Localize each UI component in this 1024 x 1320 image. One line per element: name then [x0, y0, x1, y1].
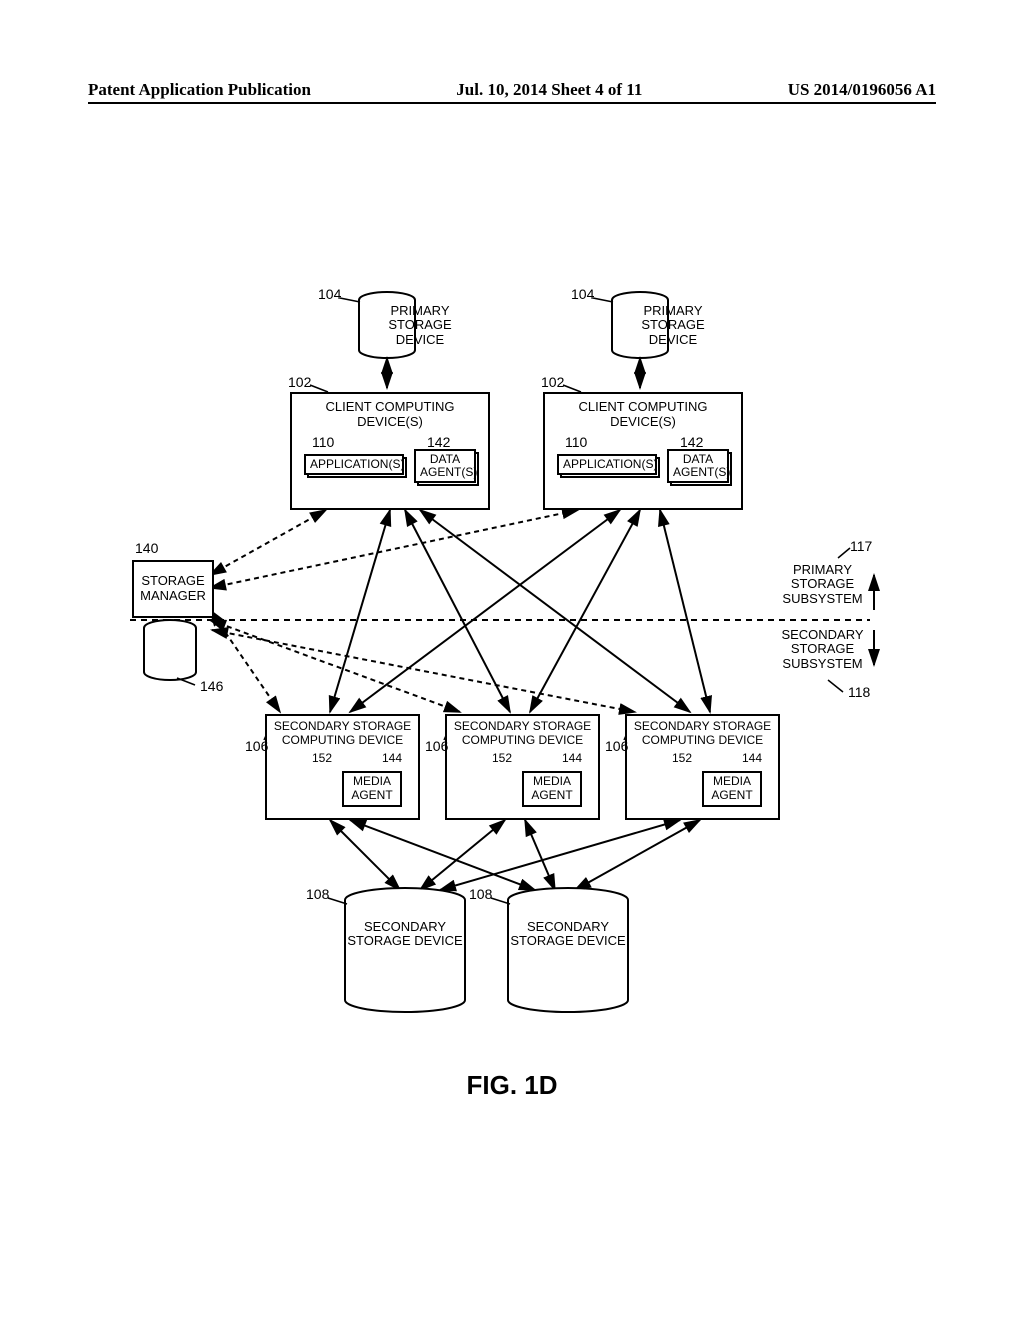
- header-right: US 2014/0196056 A1: [788, 80, 936, 100]
- client-computing-left: CLIENT COMPUTING DEVICE(S) 110 142 APPLI…: [290, 392, 490, 510]
- ref-106a: 106: [245, 738, 268, 754]
- secondary-subsystem-label: SECONDARY STORAGE SUBSYSTEM: [775, 628, 870, 671]
- ref-104b: 104: [571, 286, 594, 302]
- client-computing-left-title: CLIENT COMPUTING DEVICE(S): [292, 400, 488, 430]
- client-computing-right-title: CLIENT COMPUTING DEVICE(S): [545, 400, 741, 430]
- secondary-storage-device-2-label: SECONDARY STORAGE DEVICE: [508, 920, 628, 949]
- secondary-storage-computing-1: SECONDARY STORAGE COMPUTING DEVICE 152 1…: [265, 714, 420, 820]
- ref-117: 117: [850, 538, 872, 554]
- applications-right: APPLICATION(S): [557, 454, 657, 475]
- header-left: Patent Application Publication: [88, 80, 311, 100]
- media-agent-1: MEDIA AGENT: [342, 771, 402, 807]
- ref-146: 146: [200, 678, 223, 694]
- ref-142a: 142: [427, 434, 450, 450]
- secondary-storage-computing-2: SECONDARY STORAGE COMPUTING DEVICE 152 1…: [445, 714, 600, 820]
- ref-144c: 144: [742, 752, 762, 766]
- diagram-fig-1d: PRIMARY STORAGE DEVICE PRIMARY STORAGE D…: [0, 280, 1024, 1060]
- ref-108a: 108: [306, 886, 329, 902]
- ref-144a: 144: [382, 752, 402, 766]
- data-agents-left: DATA AGENT(S): [414, 449, 476, 483]
- ref-106b: 106: [425, 738, 448, 754]
- figure-caption: FIG. 1D: [0, 1070, 1024, 1101]
- secondary-storage-device-1-label: SECONDARY STORAGE DEVICE: [345, 920, 465, 949]
- ref-140: 140: [135, 540, 158, 556]
- secondary-storage-computing-3: SECONDARY STORAGE COMPUTING DEVICE 152 1…: [625, 714, 780, 820]
- primary-storage-device-right-label: PRIMARY STORAGE DEVICE: [613, 304, 733, 347]
- ref-106c: 106: [605, 738, 628, 754]
- media-agent-3: MEDIA AGENT: [702, 771, 762, 807]
- storage-manager: STORAGE MANAGER: [132, 560, 214, 618]
- ref-102b: 102: [541, 374, 564, 390]
- ref-102a: 102: [288, 374, 311, 390]
- primary-storage-device-left-label: PRIMARY STORAGE DEVICE: [360, 304, 480, 347]
- data-agents-right: DATA AGENT(S): [667, 449, 729, 483]
- ref-108b: 108: [469, 886, 492, 902]
- ssc2-title: SECONDARY STORAGE COMPUTING DEVICE: [447, 720, 598, 748]
- ref-142b: 142: [680, 434, 703, 450]
- ref-152b: 152: [492, 752, 512, 766]
- ref-118: 118: [848, 684, 870, 700]
- ref-110a: 110: [312, 434, 334, 450]
- media-agent-2: MEDIA AGENT: [522, 771, 582, 807]
- applications-left: APPLICATION(S): [304, 454, 404, 475]
- page-header: Patent Application Publication Jul. 10, …: [88, 80, 936, 104]
- ref-144b: 144: [562, 752, 582, 766]
- ref-104a: 104: [318, 286, 341, 302]
- ssc3-title: SECONDARY STORAGE COMPUTING DEVICE: [627, 720, 778, 748]
- ref-152c: 152: [672, 752, 692, 766]
- client-computing-right: CLIENT COMPUTING DEVICE(S) 110 142 APPLI…: [543, 392, 743, 510]
- ref-110b: 110: [565, 434, 587, 450]
- ssc1-title: SECONDARY STORAGE COMPUTING DEVICE: [267, 720, 418, 748]
- primary-subsystem-label: PRIMARY STORAGE SUBSYSTEM: [775, 563, 870, 606]
- ref-152a: 152: [312, 752, 332, 766]
- header-center: Jul. 10, 2014 Sheet 4 of 11: [456, 80, 642, 100]
